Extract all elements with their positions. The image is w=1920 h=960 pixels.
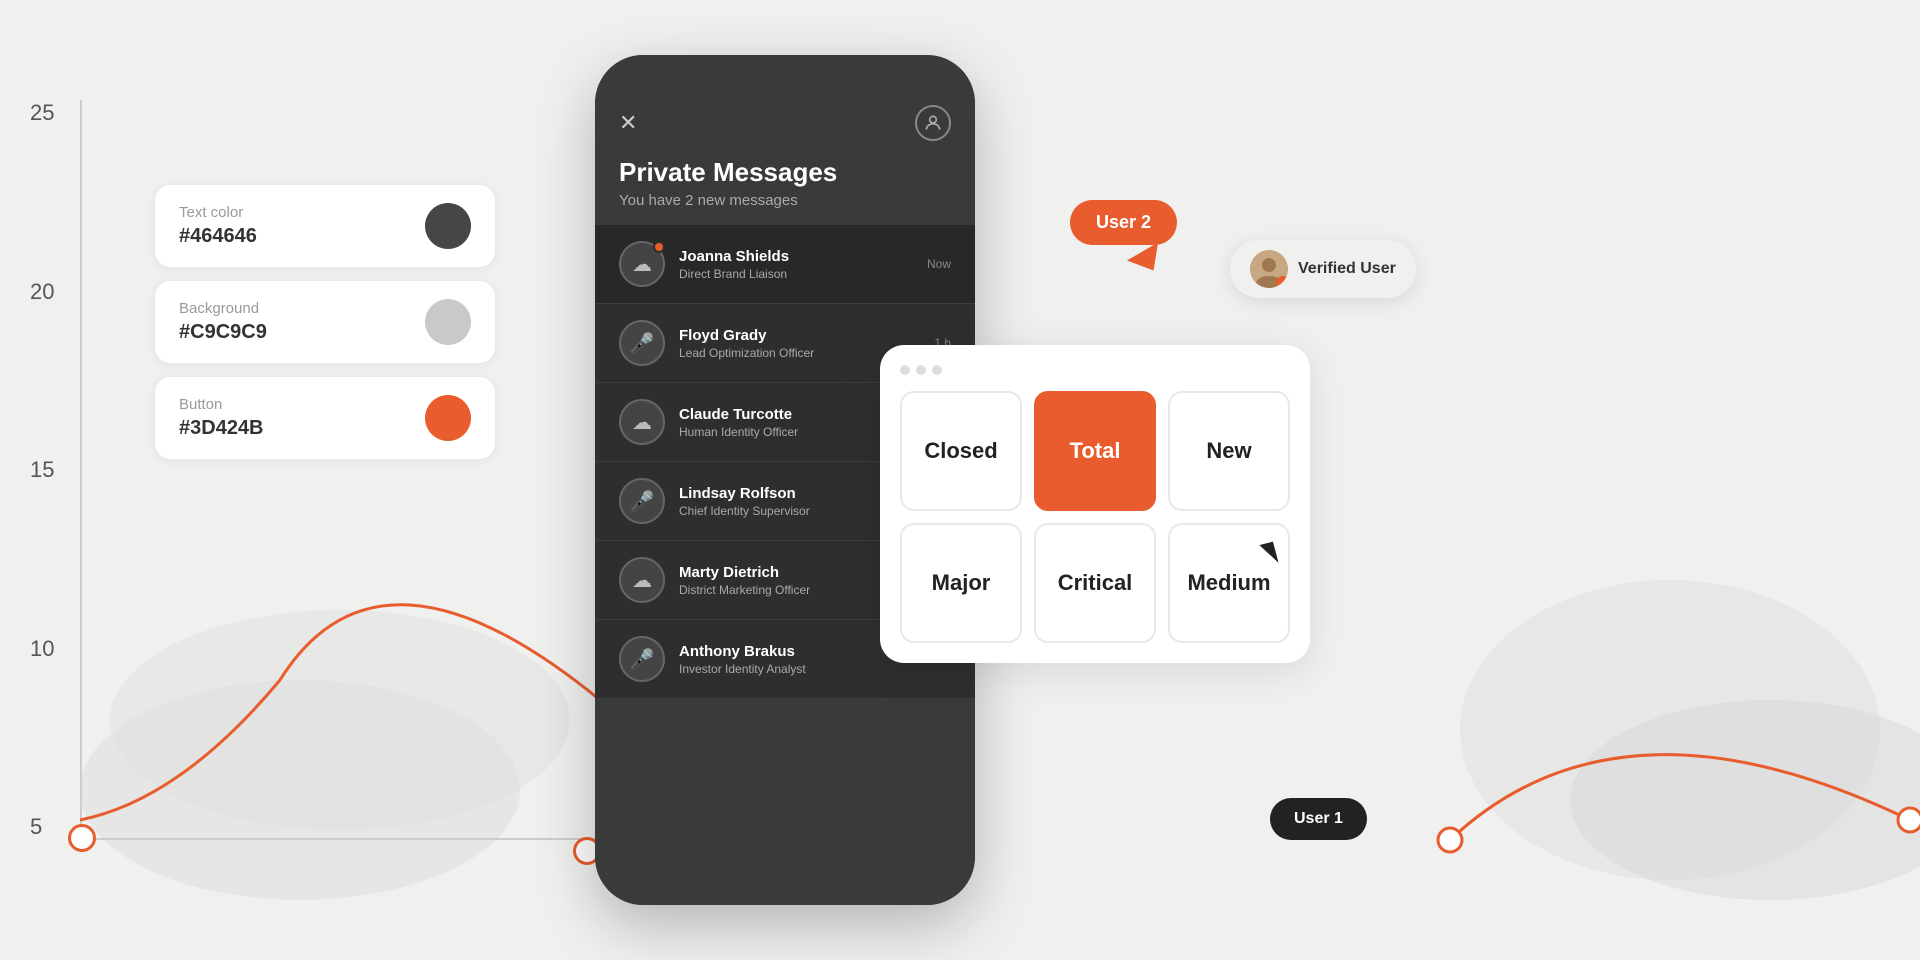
grid-cell-critical[interactable]: Critical [1034,523,1156,643]
user2-bubble: User 2 [1070,200,1177,245]
y-label-15: 15 [30,457,54,483]
grid-cell-new[interactable]: New [1168,391,1290,511]
button-color-label: Button [179,396,264,413]
chart-area: 25 20 15 10 5 [0,0,620,960]
avatar: ☁ [619,557,665,603]
y-label-20: 20 [30,279,54,305]
grid-cells: Closed Total New Major Critical Medium [900,391,1290,643]
text-color-value: #464646 [179,225,257,248]
chart-dot-left [68,824,96,852]
arrow-icon [1127,242,1169,279]
avatar: 🎤 [619,320,665,366]
avatar: ✓ [1250,250,1288,288]
msg-content: Joanna Shields Direct Brand Liaison [679,248,919,281]
sender-name: Floyd Grady [679,327,926,344]
color-cards-panel: Text color #464646 Background #C9C9C9 Bu… [155,185,495,473]
right-chart-svg [1420,580,1920,900]
color-card-background: Background #C9C9C9 [155,281,495,363]
msg-time: Now [927,257,951,271]
dot-1 [900,365,910,375]
cloud-icon: ☁ [632,568,652,593]
sender-name: Joanna Shields [679,248,919,265]
y-label-5: 5 [30,814,54,840]
bg-color-dot [425,299,471,345]
button-color-dot [425,395,471,441]
sender-role: Investor Identity Analyst [679,662,926,676]
cloud-icon: ☁ [632,252,652,277]
phone-notch [720,55,850,85]
dot-2 [916,365,926,375]
text-color-label: Text color [179,204,257,221]
bg-color-value: #C9C9C9 [179,321,267,344]
verified-label: Verified User [1298,260,1396,278]
color-card-button: Button #3D424B [155,377,495,459]
sender-role: Direct Brand Liaison [679,267,919,281]
y-label-25: 25 [30,100,54,126]
unread-badge [653,241,665,253]
avatar: 🎤 [619,478,665,524]
y-label-10: 10 [30,636,54,662]
bg-color-label: Background [179,300,267,317]
phone-title: Private Messages [619,157,951,188]
cloud-icon: ☁ [632,410,652,435]
user1-bubble: User 1 [1270,798,1367,840]
card-grid-panel: Closed Total New Major Critical Medium [880,345,1310,663]
verified-user-bubble: ✓ Verified User [1230,240,1416,298]
phone-title-area: Private Messages You have 2 new messages [595,157,975,225]
dot-3 [932,365,942,375]
phone-subtitle: You have 2 new messages [619,192,951,209]
mic-icon: 🎤 [630,647,655,672]
grid-cell-major[interactable]: Major [900,523,1022,643]
avatar: 🎤 [619,636,665,682]
avatar: ☁ [619,241,665,287]
color-card-text: Text color #464646 [155,185,495,267]
grid-cell-total[interactable]: Total [1034,391,1156,511]
user-avatar-icon[interactable] [915,105,951,141]
list-item[interactable]: ☁ Joanna Shields Direct Brand Liaison No… [595,225,975,304]
chart-y-labels: 25 20 15 10 5 [30,100,54,840]
mic-icon: 🎤 [630,331,655,356]
button-color-value: #3D424B [179,417,264,440]
mic-icon: 🎤 [630,489,655,514]
card-grid-dots [900,365,1290,375]
verified-check-icon: ✓ [1276,276,1288,288]
text-color-dot [425,203,471,249]
avatar: ☁ [619,399,665,445]
grid-cell-closed[interactable]: Closed [900,391,1022,511]
close-icon[interactable]: ✕ [619,110,637,136]
